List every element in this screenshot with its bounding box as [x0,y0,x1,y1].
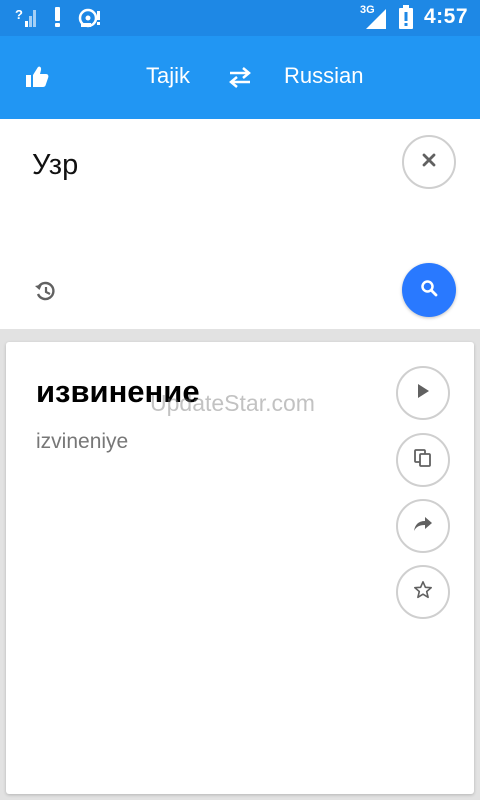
clear-button[interactable] [402,135,456,189]
search-icon [420,279,438,302]
history-icon[interactable] [33,279,57,303]
result-card: извинение UpdateStar.com izvineniye [6,342,474,794]
wifi-question-icon: ? [14,6,38,28]
toolbar: Tajik Russian [0,36,480,119]
status-bar-left-icons: ? [14,6,102,28]
close-icon [422,153,436,172]
share-button[interactable] [396,499,450,553]
favorite-button[interactable] [396,565,450,619]
status-bar: ? 3G 4:57 [0,0,480,36]
transliteration-text: izvineniye [36,430,129,453]
thumbs-up-icon[interactable] [24,64,50,90]
status-bar-right-icons: 3G 4:57 [360,4,468,30]
source-language-button[interactable]: Tajik [146,63,190,89]
search-button[interactable] [402,263,456,317]
swap-icon[interactable] [227,64,253,90]
svg-text:?: ? [15,7,23,22]
input-panel: Узр [0,119,480,329]
play-button[interactable] [396,366,450,420]
share-icon [413,515,433,538]
star-icon [413,580,433,605]
hdd-alert-icon [78,6,102,28]
source-text-input[interactable]: Узр [32,149,78,182]
signal-icon: 3G [360,4,388,30]
copy-button[interactable] [396,433,450,487]
watermark-text: UpdateStar.com [150,390,315,416]
alert-icon [54,6,62,28]
battery-alert-icon [398,4,414,30]
status-time: 4:57 [423,5,468,28]
target-language-button[interactable]: Russian [284,63,363,89]
copy-icon [413,448,433,473]
play-icon [415,382,431,405]
